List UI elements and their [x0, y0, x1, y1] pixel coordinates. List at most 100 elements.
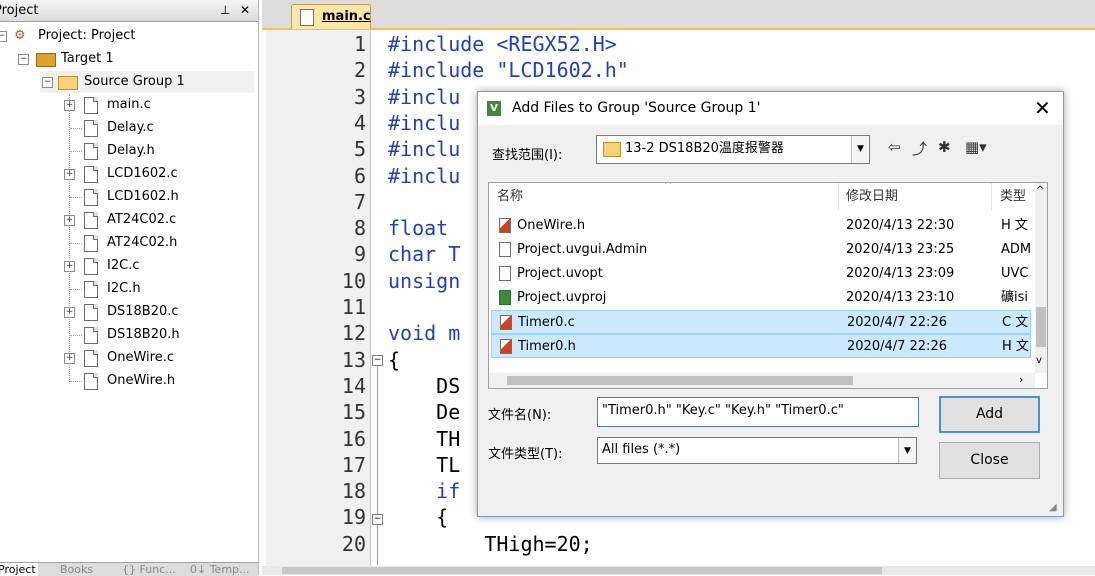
- file-type: 礦isi: [1001, 290, 1028, 305]
- add-button[interactable]: Add: [939, 396, 1040, 433]
- code-line[interactable]: DS: [388, 374, 460, 398]
- file-type: C 文: [1002, 315, 1029, 330]
- file-list-horizontal-scrollbar[interactable]: ›: [489, 373, 1035, 388]
- line-number: 18: [341, 479, 366, 504]
- close-icon[interactable]: ✕: [1034, 92, 1051, 125]
- tree-file-label: OneWire.c: [107, 350, 174, 365]
- file-icon: [84, 258, 98, 275]
- tree-file-label: DS18B20.c: [107, 304, 179, 319]
- code-line[interactable]: #inclu: [388, 85, 460, 109]
- column-header-date[interactable]: 修改日期: [846, 183, 898, 211]
- code-line[interactable]: #inclu: [388, 137, 460, 161]
- add-files-dialog: V Add Files to Group 'Source Group 1' ✕ …: [477, 91, 1064, 517]
- code-line[interactable]: De: [388, 400, 460, 424]
- tree-file-label: LCD1602.h: [107, 189, 179, 204]
- code-line[interactable]: #inclu: [388, 164, 460, 188]
- file-type: H 文: [1002, 339, 1029, 354]
- file-icon: [84, 120, 98, 137]
- fold-toggle-icon[interactable]: −: [372, 514, 383, 525]
- file-icon: [84, 166, 98, 183]
- sort-up-icon: ^: [664, 182, 673, 191]
- filetype-select[interactable]: All files (*.*) ▼: [597, 437, 917, 464]
- tab-main-c[interactable]: main.c: [291, 4, 371, 29]
- code-line[interactable]: #include <REGX52.H>: [388, 32, 617, 56]
- file-list-row[interactable]: OneWire.h 2020/4/13 22:30 H 文: [491, 214, 1031, 238]
- code-line[interactable]: #inclu: [388, 111, 460, 135]
- tree-target-label: Target 1: [61, 51, 114, 66]
- project-bottom-tabs: Project Books {} Func... 0↓ Temp...: [0, 562, 258, 576]
- chevron-down-icon[interactable]: ▼: [898, 438, 916, 463]
- line-number: 16: [341, 426, 366, 451]
- column-header-type[interactable]: 类型: [1000, 183, 1026, 211]
- tab-books[interactable]: Books: [60, 563, 93, 576]
- code-line[interactable]: #include "LCD1602.h": [388, 58, 629, 82]
- scroll-down-icon[interactable]: v: [1036, 355, 1042, 366]
- code-line[interactable]: {: [388, 348, 400, 372]
- code-line[interactable]: if: [388, 479, 460, 503]
- line-number: 4: [353, 110, 366, 135]
- view-menu-icon[interactable]: ▦▾: [965, 138, 987, 156]
- file-date: 2020/4/13 23:09: [846, 266, 955, 281]
- file-type: H 文: [1001, 218, 1028, 233]
- line-number: 17: [341, 452, 366, 477]
- code-line[interactable]: TL: [388, 453, 460, 477]
- pin-icon[interactable]: ⊥: [220, 0, 230, 21]
- resize-grip-icon[interactable]: ◢: [1049, 502, 1057, 513]
- close-icon[interactable]: ✕: [240, 0, 250, 21]
- code-line[interactable]: THigh=20;: [388, 532, 592, 556]
- scroll-up-icon[interactable]: ^: [1036, 185, 1044, 196]
- line-number: 7: [353, 189, 366, 214]
- look-in-value: 13-2 DS18B20温度报警器: [625, 141, 784, 156]
- column-header-name[interactable]: 名称: [497, 183, 523, 211]
- file-list-row[interactable]: Project.uvopt 2020/4/13 23:09 UVC: [491, 262, 1031, 286]
- file-icon: [84, 235, 98, 252]
- line-number: 19: [341, 505, 366, 530]
- tab-project[interactable]: Project: [0, 563, 38, 576]
- chevron-down-icon[interactable]: ▼: [851, 136, 869, 163]
- line-number: 10: [341, 268, 366, 293]
- filename-input[interactable]: "Timer0.h" "Key.c" "Key.h" "Timer0.c": [597, 397, 919, 427]
- code-line[interactable]: char T: [388, 242, 460, 266]
- tree-file-label: OneWire.h: [107, 373, 176, 388]
- code-line[interactable]: float: [388, 216, 448, 240]
- file-list[interactable]: ^ 名称 修改日期 类型 OneWire.h 2020/4/13 22:30 H 文…: [488, 182, 1048, 389]
- file-icon: [84, 97, 98, 114]
- tab-main-c-label: main.c: [322, 9, 371, 24]
- file-icon: [84, 304, 98, 321]
- source-file-icon: [500, 339, 512, 354]
- tab-functions[interactable]: {} Func...: [122, 563, 176, 576]
- code-line[interactable]: void m: [388, 321, 460, 345]
- code-line[interactable]: TH: [388, 427, 460, 451]
- document-icon: [499, 266, 511, 281]
- tree-file-label: I2C.h: [107, 281, 141, 296]
- up-folder-icon[interactable]: ⤴: [912, 138, 927, 159]
- new-folder-icon[interactable]: ✱: [938, 138, 951, 156]
- add-button-label: Add: [975, 406, 1004, 422]
- tab-templates[interactable]: 0↓ Temp...: [190, 563, 250, 576]
- file-name: Project.uvgui.Admin: [517, 242, 648, 257]
- tree-file-label: AT24C02.h: [107, 235, 178, 250]
- file-icon: [84, 212, 98, 229]
- back-arrow-icon[interactable]: ⇦: [888, 138, 901, 156]
- line-number: 3: [353, 84, 366, 109]
- editor-horizontal-scrollbar[interactable]: [262, 566, 1095, 575]
- file-name: OneWire.h: [517, 218, 586, 233]
- file-icon: [84, 327, 98, 344]
- close-button[interactable]: Close: [939, 442, 1040, 479]
- file-list-row[interactable]: Timer0.c 2020/4/7 22:26 C 文: [491, 310, 1031, 334]
- file-list-row[interactable]: Timer0.h 2020/4/7 22:26 H 文: [491, 334, 1031, 358]
- tree-group[interactable]: − Source Group 1: [40, 71, 254, 93]
- file-name: Timer0.c: [518, 315, 575, 330]
- file-icon: [84, 143, 98, 160]
- filename-label: 文件名(N):: [488, 408, 552, 423]
- file-list-row[interactable]: Project.uvproj 2020/4/13 23:10 礦isi: [491, 286, 1031, 310]
- file-list-row[interactable]: Project.uvgui.Admin 2020/4/13 23:25 ADM: [491, 238, 1031, 262]
- look-in-select[interactable]: 13-2 DS18B20温度报警器 ▼: [596, 135, 870, 164]
- fold-toggle-icon[interactable]: −: [372, 355, 383, 366]
- code-line[interactable]: {: [388, 505, 448, 529]
- code-line[interactable]: unsign: [388, 269, 460, 293]
- file-icon: [84, 350, 98, 367]
- tree-file-label: AT24C02.c: [107, 212, 177, 227]
- file-list-vertical-scrollbar[interactable]: ^ v: [1035, 183, 1047, 373]
- scroll-right-icon[interactable]: ›: [1019, 373, 1023, 386]
